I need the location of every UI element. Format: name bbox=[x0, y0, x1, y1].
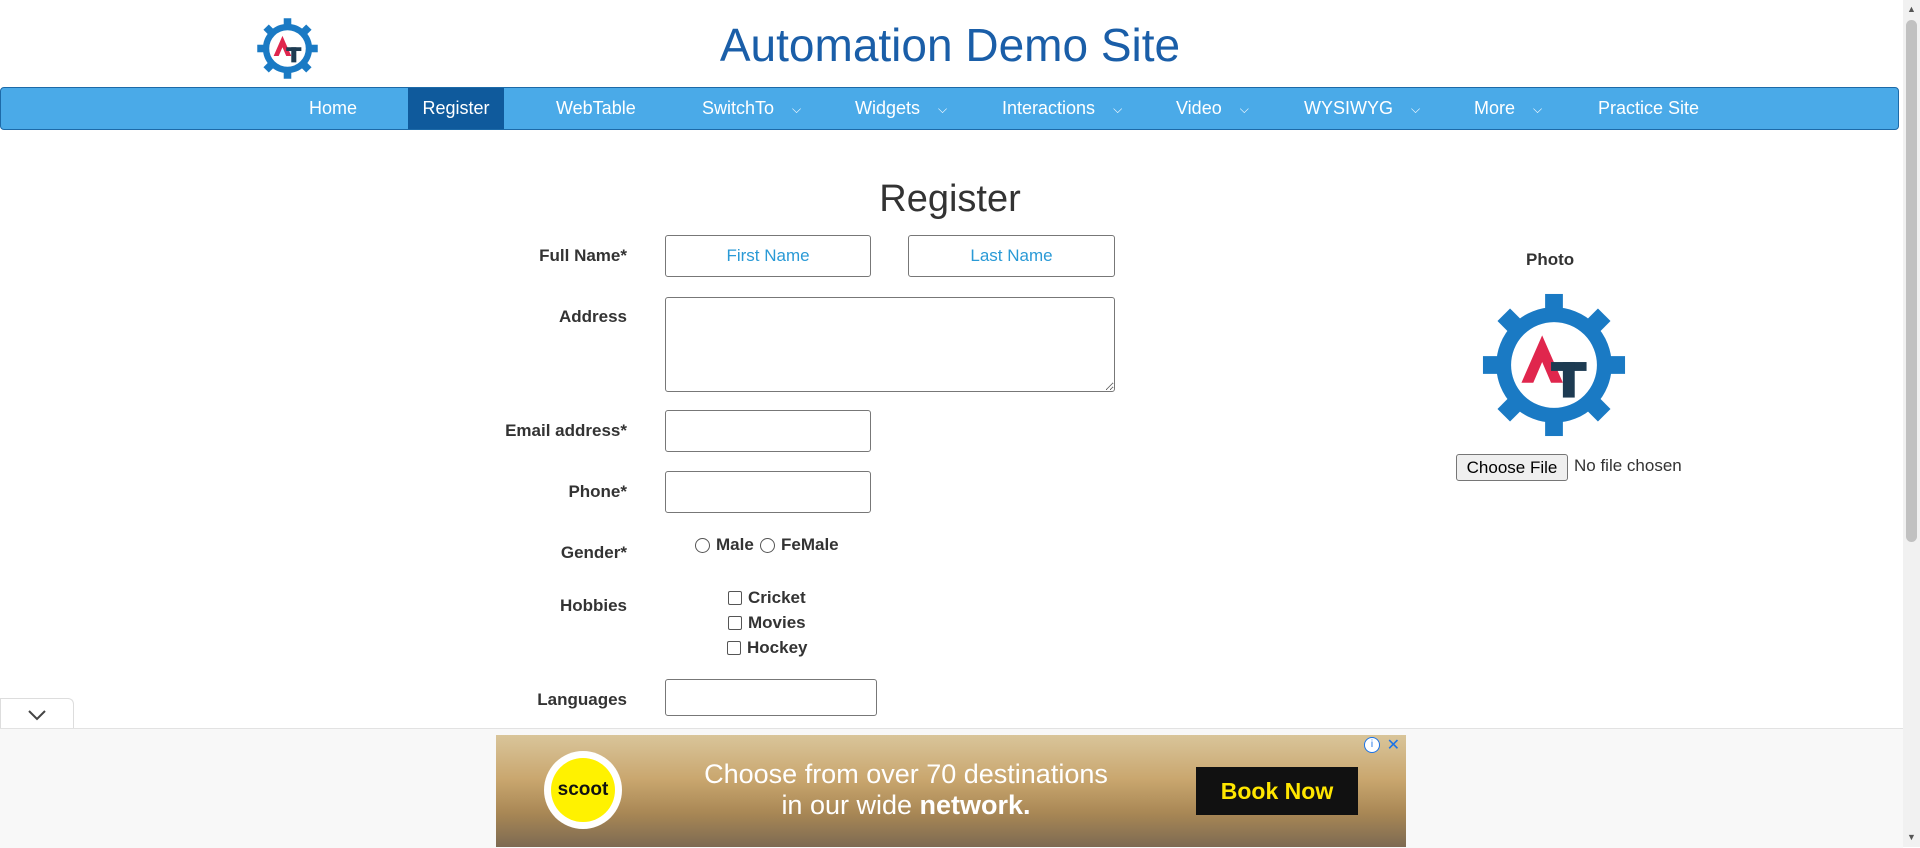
checkbox-icon bbox=[728, 591, 742, 605]
gender-female-radio[interactable]: FeMale bbox=[760, 535, 839, 555]
address-label: Address bbox=[558, 307, 627, 326]
nav-register[interactable]: Register bbox=[408, 88, 504, 129]
radio-label: Male bbox=[716, 535, 754, 554]
ad-collapse-tab[interactable] bbox=[0, 698, 74, 729]
phone-input[interactable] bbox=[665, 471, 871, 513]
ad-text-line2-plain: in our wide bbox=[781, 790, 920, 820]
nav-label: SwitchTo bbox=[702, 98, 775, 118]
chevron-down-icon: ⌵ bbox=[1411, 101, 1421, 116]
nav-label: Interactions bbox=[1002, 98, 1096, 118]
scroll-down-arrow-icon[interactable]: ▼ bbox=[1907, 832, 1916, 842]
nav-practice-site[interactable]: Practice Site bbox=[1598, 88, 1699, 129]
ad-banner[interactable]: scoot Choose from over 70 destinations i… bbox=[496, 735, 1406, 847]
ad-text-line1: Choose from over 70 destinations bbox=[704, 759, 1108, 789]
first-name-input[interactable] bbox=[665, 235, 871, 277]
nav-label: WYSIWYG bbox=[1304, 98, 1393, 118]
ad-close-icon[interactable]: ✕ bbox=[1387, 735, 1400, 755]
chevron-down-icon: ⌵ bbox=[792, 101, 802, 116]
last-name-input[interactable] bbox=[908, 235, 1115, 277]
nav-interactions[interactable]: Interactions ⌵ bbox=[1002, 88, 1122, 129]
radio-circle-icon bbox=[695, 537, 710, 553]
hobby-cricket-checkbox[interactable]: Cricket bbox=[728, 588, 806, 608]
languages-label: Languages bbox=[537, 690, 627, 709]
scroll-thumb[interactable] bbox=[1906, 20, 1917, 542]
nav-home[interactable]: Home bbox=[309, 88, 357, 129]
nav-label: Practice Site bbox=[1598, 98, 1700, 118]
email-label: Email address* bbox=[505, 421, 627, 440]
file-status-text: No file chosen bbox=[1574, 456, 1682, 475]
nav-label: Register bbox=[422, 98, 490, 118]
chevron-down-icon: ⌵ bbox=[1113, 101, 1123, 116]
ad-brand-logo: scoot bbox=[544, 751, 622, 829]
photo-preview-logo-icon bbox=[1482, 293, 1626, 437]
checkbox-label: Cricket bbox=[748, 588, 806, 607]
chevron-down-icon: ⌵ bbox=[1239, 101, 1249, 116]
main-navbar: Home Register WebTable SwitchTo ⌵ Widgets… bbox=[0, 87, 1899, 130]
radio-circle-icon bbox=[760, 537, 775, 553]
nav-label: Video bbox=[1176, 98, 1222, 118]
ad-headline: Choose from over 70 destinations in our … bbox=[656, 759, 1156, 821]
page-scrollbar[interactable]: ▲ ▼ bbox=[1903, 0, 1920, 847]
address-textarea[interactable] bbox=[665, 297, 1115, 392]
site-title: Automation Demo Site bbox=[719, 19, 1181, 71]
ad-info-icon[interactable]: i bbox=[1364, 737, 1380, 753]
radio-label: FeMale bbox=[781, 535, 839, 554]
ad-text-line2-bold: network. bbox=[919, 790, 1031, 820]
ad-text-line2: in our wide network. bbox=[656, 790, 1156, 821]
hobbies-label: Hobbies bbox=[559, 596, 627, 615]
ad-book-now-button[interactable]: Book Now bbox=[1196, 767, 1358, 815]
checkbox-icon bbox=[728, 616, 742, 630]
nav-label: WebTable bbox=[556, 98, 636, 118]
checkbox-icon bbox=[727, 641, 741, 655]
nav-switchto[interactable]: SwitchTo ⌵ bbox=[702, 88, 801, 129]
checkbox-label: Movies bbox=[748, 613, 806, 632]
phone-label: Phone* bbox=[568, 482, 627, 501]
nav-label: Widgets bbox=[855, 98, 921, 118]
nav-label: Home bbox=[309, 98, 358, 118]
nav-label: More bbox=[1474, 98, 1516, 118]
nav-wysiwyg[interactable]: WYSIWYG ⌵ bbox=[1304, 88, 1420, 129]
nav-widgets[interactable]: Widgets ⌵ bbox=[855, 88, 947, 129]
page-heading: Register bbox=[879, 178, 1021, 220]
nav-webtable[interactable]: WebTable bbox=[556, 88, 636, 129]
gender-label: Gender* bbox=[560, 543, 627, 562]
checkbox-label: Hockey bbox=[747, 638, 808, 657]
email-input[interactable] bbox=[665, 410, 871, 452]
nav-more[interactable]: More ⌵ bbox=[1474, 88, 1542, 129]
gender-male-radio[interactable]: Male bbox=[695, 535, 754, 555]
chevron-down-icon: ⌵ bbox=[938, 101, 948, 116]
photo-label: Photo bbox=[1526, 250, 1575, 269]
nav-video[interactable]: Video ⌵ bbox=[1176, 88, 1249, 129]
ad-brand-text: scoot bbox=[551, 758, 615, 822]
chevron-down-icon bbox=[28, 710, 46, 721]
languages-select[interactable] bbox=[665, 679, 877, 716]
hobby-movies-checkbox[interactable]: Movies bbox=[728, 613, 806, 633]
scroll-up-arrow-icon[interactable]: ▲ bbox=[1907, 4, 1916, 14]
chevron-down-icon: ⌵ bbox=[1533, 101, 1543, 116]
full-name-label: Full Name* bbox=[539, 246, 627, 265]
hobby-hockey-checkbox[interactable]: Hockey bbox=[727, 638, 807, 658]
choose-file-button[interactable]: Choose File bbox=[1456, 454, 1568, 481]
